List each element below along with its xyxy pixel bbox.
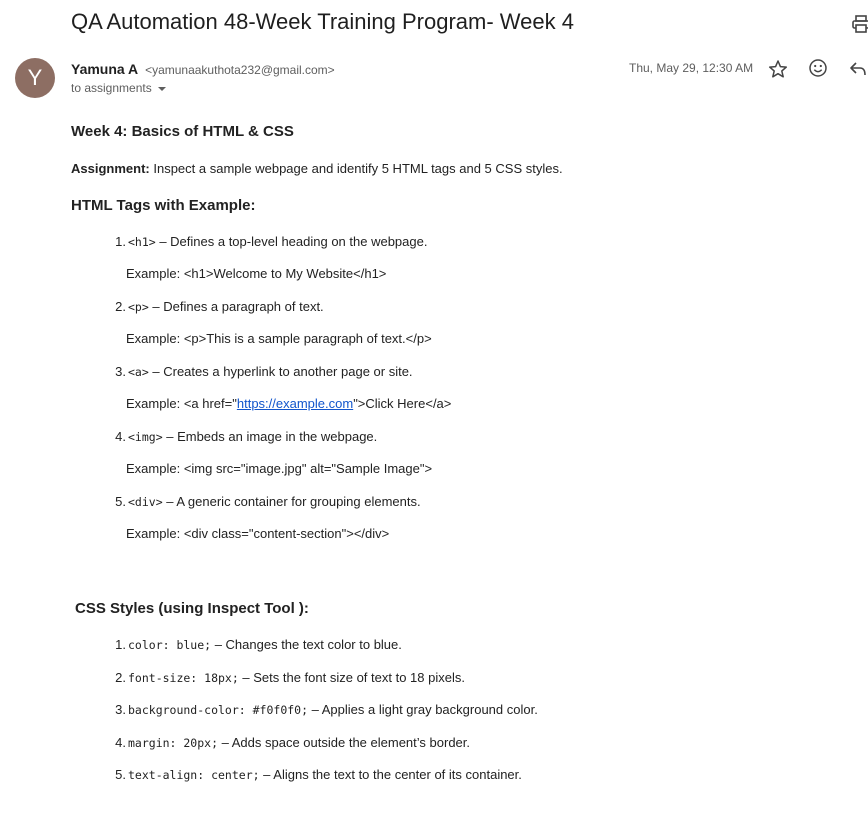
html-tag-example: Example: <img src="image.jpg" alt="Sampl… xyxy=(126,461,432,476)
example-code: ">Click Here</a> xyxy=(353,396,452,411)
style-desc: – Aligns the text to the center of its c… xyxy=(259,767,522,782)
html-tag-item: 5. <div> – A generic container for groupi… xyxy=(108,494,421,509)
html-tag-item: 1. <h1> – Defines a top-level heading on … xyxy=(108,234,427,249)
week-heading: Week 4: Basics of HTML & CSS xyxy=(71,123,294,140)
example-label: Example: xyxy=(126,396,184,411)
css-style-item: 1. color: blue; – Changes the text color … xyxy=(108,637,402,652)
tag-code: <img> xyxy=(128,430,163,444)
example-code: <p>This is a sample paragraph of text.</… xyxy=(183,331,432,346)
assignment-text: Inspect a sample webpage and identify 5 … xyxy=(149,161,563,176)
recipients-toggle[interactable]: to assignments xyxy=(71,81,166,95)
style-desc: – Applies a light gray background color. xyxy=(308,702,538,717)
style-desc: – Adds space outside the element’s borde… xyxy=(218,735,470,750)
html-tag-example: Example: <h1>Welcome to My Website</h1> xyxy=(126,266,386,281)
example-label: Example: xyxy=(126,266,184,281)
tag-code: <p> xyxy=(128,300,149,314)
list-number: 4. xyxy=(115,735,126,750)
sender-name[interactable]: Yamuna A xyxy=(71,61,138,77)
example-label: Example: xyxy=(126,461,184,476)
avatar[interactable]: Y xyxy=(15,58,55,98)
tag-desc: – Defines a top-level heading on the web… xyxy=(155,234,428,249)
sender-info: Yamuna A <yamunaakuthota232@gmail.com> xyxy=(71,61,335,77)
list-number: 5. xyxy=(115,494,126,509)
tag-code: <a> xyxy=(128,365,149,379)
style-code: text-align: center; xyxy=(128,768,260,782)
style-code: font-size: 18px; xyxy=(128,671,239,685)
css-style-item: 5. text-align: center; – Aligns the text … xyxy=(108,767,522,782)
html-tag-item: 2. <p> – Defines a paragraph of text. xyxy=(108,299,324,314)
example-code: <img src="image.jpg" alt="Sample Image"> xyxy=(183,461,433,476)
css-style-item: 4. margin: 20px; – Adds space outside the… xyxy=(108,735,470,750)
list-number: 3. xyxy=(115,364,126,379)
list-number: 1. xyxy=(115,234,126,249)
html-tags-heading: HTML Tags with Example: xyxy=(71,197,256,214)
example-code: <div class="content-section"></div> xyxy=(183,526,390,541)
html-tag-example: Example: <div class="content-section"></… xyxy=(126,526,389,541)
style-desc: – Sets the font size of text to 18 pixel… xyxy=(238,670,465,685)
example-code: <h1>Welcome to My Website</h1> xyxy=(183,266,387,281)
assignment-line: Assignment: Inspect a sample webpage and… xyxy=(71,161,563,176)
to-line-label: to assignments xyxy=(71,81,152,95)
star-icon[interactable] xyxy=(768,59,788,79)
example-code: <a href=" xyxy=(183,396,237,411)
tag-code: <h1> xyxy=(128,235,156,249)
tag-code: <div> xyxy=(128,495,163,509)
css-style-item: 2. font-size: 18px; – Sets the font size … xyxy=(108,670,465,685)
email-subject: QA Automation 48-Week Training Program- … xyxy=(71,9,574,34)
list-number: 4. xyxy=(115,429,126,444)
list-number: 3. xyxy=(115,702,126,717)
html-tag-example: Example: <a href="https://example.com">C… xyxy=(126,396,451,411)
css-style-item: 3. background-color: #f0f0f0; – Applies a… xyxy=(108,702,538,717)
print-icon[interactable] xyxy=(851,14,868,34)
css-styles-heading: CSS Styles (using Inspect Tool ): xyxy=(75,600,309,617)
example-label: Example: xyxy=(126,526,184,541)
assignment-label: Assignment: xyxy=(71,161,150,176)
html-tag-item: 3. <a> – Creates a hyperlink to another p… xyxy=(108,364,413,379)
html-tag-example: Example: <p>This is a sample paragraph o… xyxy=(126,331,432,346)
style-code: color: blue; xyxy=(128,638,212,652)
list-number: 1. xyxy=(115,637,126,652)
style-code: background-color: #f0f0f0; xyxy=(128,703,309,717)
tag-desc: – Defines a paragraph of text. xyxy=(148,299,324,314)
tag-desc: – Creates a hyperlink to another page or… xyxy=(148,364,413,379)
list-number: 5. xyxy=(115,767,126,782)
tag-desc: – Embeds an image in the webpage. xyxy=(162,429,378,444)
emoji-icon[interactable] xyxy=(808,58,828,78)
example-label: Example: xyxy=(126,331,184,346)
sender-email: <yamunaakuthota232@gmail.com> xyxy=(145,63,335,77)
style-desc: – Changes the text color to blue. xyxy=(211,637,402,652)
email-date: Thu, May 29, 12:30 AM xyxy=(629,61,754,75)
example-link[interactable]: https://example.com xyxy=(237,396,353,411)
tag-desc: – A generic container for grouping eleme… xyxy=(162,494,421,509)
chevron-down-icon xyxy=(157,86,166,91)
list-number: 2. xyxy=(115,299,126,314)
style-code: margin: 20px; xyxy=(128,736,219,750)
list-number: 2. xyxy=(115,670,126,685)
html-tag-item: 4. <img> – Embeds an image in the webpage… xyxy=(108,429,377,444)
reply-icon[interactable] xyxy=(848,59,868,79)
